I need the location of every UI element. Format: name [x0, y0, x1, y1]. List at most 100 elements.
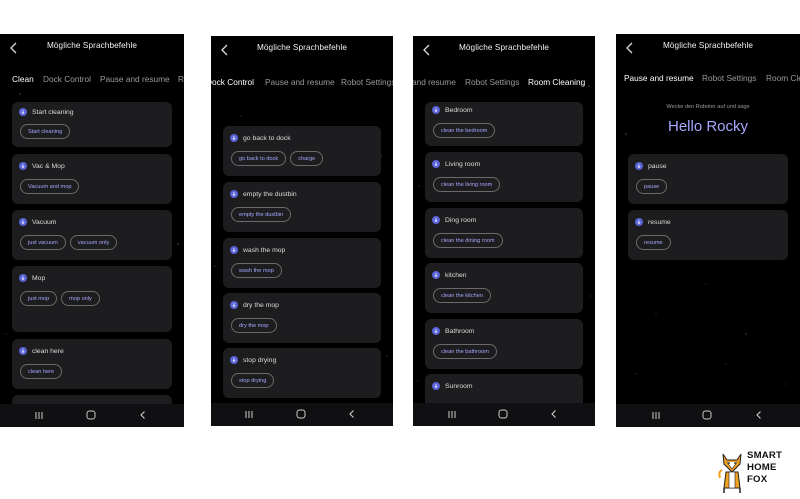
command-card-dry-mop: dry the mop dry the mop: [223, 293, 381, 343]
command-chip[interactable]: clean the bedroom: [433, 123, 496, 138]
tab-pause-resume[interactable]: and resume: [413, 77, 456, 87]
phone-screen-clean: Mögliche Sprachbefehle Clean Dock Contro…: [0, 34, 184, 427]
smart-home-fox-logo: SMART HOME FOX: [718, 448, 798, 496]
command-card-start-cleaning: Start cleaning Start cleaning: [12, 102, 172, 147]
command-title: Sunroom: [445, 382, 473, 390]
tab-robot-settings[interactable]: Robot Settings: [702, 73, 756, 83]
nav-back-icon[interactable]: [546, 407, 562, 421]
microphone-icon: [19, 347, 27, 355]
home-icon[interactable]: [699, 408, 715, 422]
tab-robot-settings[interactable]: Robot Settings: [465, 77, 519, 87]
recent-apps-icon[interactable]: [31, 408, 47, 422]
microphone-icon: [230, 356, 238, 364]
command-chip[interactable]: go back to dock: [231, 151, 287, 166]
fox-logo-icon: [718, 453, 742, 493]
command-card-vac-mop: Vac & Mop Vacuum and mop: [12, 154, 172, 204]
recent-apps-icon[interactable]: [241, 407, 257, 421]
command-chip[interactable]: clean here: [20, 364, 63, 379]
command-card-living-room: Living room clean the living room: [425, 152, 583, 202]
command-card-kitchen: kitchen clean the kitchen: [425, 263, 583, 313]
system-nav-bar: [413, 403, 595, 426]
home-icon[interactable]: [495, 407, 511, 421]
command-chip[interactable]: Vacuum and mop: [20, 179, 80, 194]
command-title: dry the mop: [243, 301, 279, 309]
phone-screen-pause-resume: Mögliche Sprachbefehle Pause and resume …: [616, 34, 800, 427]
command-title: Bedroom: [445, 106, 473, 114]
microphone-icon: [432, 106, 440, 114]
command-chip[interactable]: empty the dustbin: [231, 207, 292, 222]
command-chip[interactable]: mop only: [61, 291, 100, 306]
command-card-empty-dustbin: empty the dustbin empty the dustbin: [223, 182, 381, 232]
microphone-icon: [432, 271, 440, 279]
microphone-icon: [230, 190, 238, 198]
nav-back-icon[interactable]: [135, 408, 151, 422]
tab-pause-resume[interactable]: Pause and resume: [265, 77, 335, 87]
microphone-icon: [19, 218, 27, 226]
microphone-icon: [230, 246, 238, 254]
recent-apps-icon[interactable]: [444, 407, 460, 421]
header: Mögliche Sprachbefehle: [616, 34, 800, 62]
system-nav-bar: [616, 404, 800, 427]
home-icon[interactable]: [83, 408, 99, 422]
command-card-mop: Mop just mop mop only: [12, 266, 172, 332]
phone-screen-dock-control: Mögliche Sprachbefehle Dock Control Paus…: [211, 36, 393, 426]
command-title: Start cleaning: [32, 108, 74, 116]
brand-line-2: HOME: [747, 462, 777, 473]
tab-clean[interactable]: Clean: [12, 74, 34, 84]
command-chip[interactable]: charge: [290, 151, 324, 166]
tab-room-cleaning[interactable]: Room Cle: [766, 73, 800, 83]
command-card-resume: resume resume: [628, 210, 788, 260]
tab-pause-resume[interactable]: Pause and resume: [624, 73, 694, 83]
command-chip[interactable]: clean the dining room: [433, 233, 503, 248]
command-card-pause: pause pause: [628, 154, 788, 204]
command-chip[interactable]: resume: [636, 235, 671, 250]
nav-back-icon[interactable]: [751, 408, 767, 422]
command-chip[interactable]: clean the kitchen: [433, 288, 491, 303]
microphone-icon: [19, 108, 27, 116]
brand-wordmark: SMART HOME FOX: [747, 450, 782, 486]
command-chip[interactable]: dry the mop: [231, 318, 277, 333]
tab-dock-control[interactable]: Dock Control: [43, 74, 91, 84]
microphone-icon: [432, 382, 440, 390]
command-chip[interactable]: clean the living room: [433, 177, 501, 192]
nav-back-icon[interactable]: [344, 407, 360, 421]
tab-pause-resume[interactable]: Pause and resume: [100, 74, 170, 84]
wake-hint-text: Wecke den Roboter auf und sage: [666, 104, 750, 110]
command-chip[interactable]: wash the mop: [231, 263, 282, 278]
command-title: Mop: [32, 274, 46, 282]
microphone-icon: [230, 301, 238, 309]
tab-robot-settings[interactable]: Robot Settings: [341, 77, 393, 87]
home-icon[interactable]: [293, 407, 309, 421]
brand-line-1: SMART: [747, 450, 783, 461]
brand-line-3: FOX: [747, 474, 768, 485]
command-chip[interactable]: vacuum only: [69, 235, 118, 250]
command-title: clean here: [32, 347, 64, 355]
command-title: Vacuum: [32, 218, 57, 226]
command-chip[interactable]: stop drying: [231, 373, 275, 388]
command-title: Vac & Mop: [32, 162, 65, 170]
system-nav-bar: [0, 404, 184, 427]
command-title: resume: [648, 218, 671, 226]
microphone-icon: [19, 162, 27, 170]
system-nav-bar: [211, 403, 393, 426]
page-title: Mögliche Sprachbefehle: [458, 43, 550, 52]
command-chip[interactable]: Start cleaning: [20, 124, 71, 139]
microphone-icon: [19, 274, 27, 282]
recent-apps-icon[interactable]: [648, 408, 664, 422]
command-chip[interactable]: clean the bathroom: [433, 344, 497, 359]
tab-dock-control[interactable]: Dock Control: [211, 77, 254, 87]
microphone-icon: [635, 218, 643, 226]
microphone-icon: [432, 216, 440, 224]
page-title: Mögliche Sprachbefehle: [662, 41, 754, 50]
tab-room-cleaning[interactable]: Room Cleaning: [528, 77, 585, 87]
command-chip[interactable]: just vacuum: [20, 235, 66, 250]
command-card-vacuum: Vacuum just vacuum vacuum only: [12, 210, 172, 260]
tab-robot-settings[interactable]: Ro: [178, 74, 184, 84]
command-title: go back to dock: [243, 134, 291, 142]
command-title: Bathroom: [445, 327, 475, 335]
command-title: stop drying: [243, 356, 277, 364]
command-title: wash the mop: [243, 246, 286, 254]
command-chip[interactable]: just mop: [20, 291, 58, 306]
command-chip[interactable]: pause: [636, 179, 668, 194]
command-title: Living room: [445, 160, 481, 168]
